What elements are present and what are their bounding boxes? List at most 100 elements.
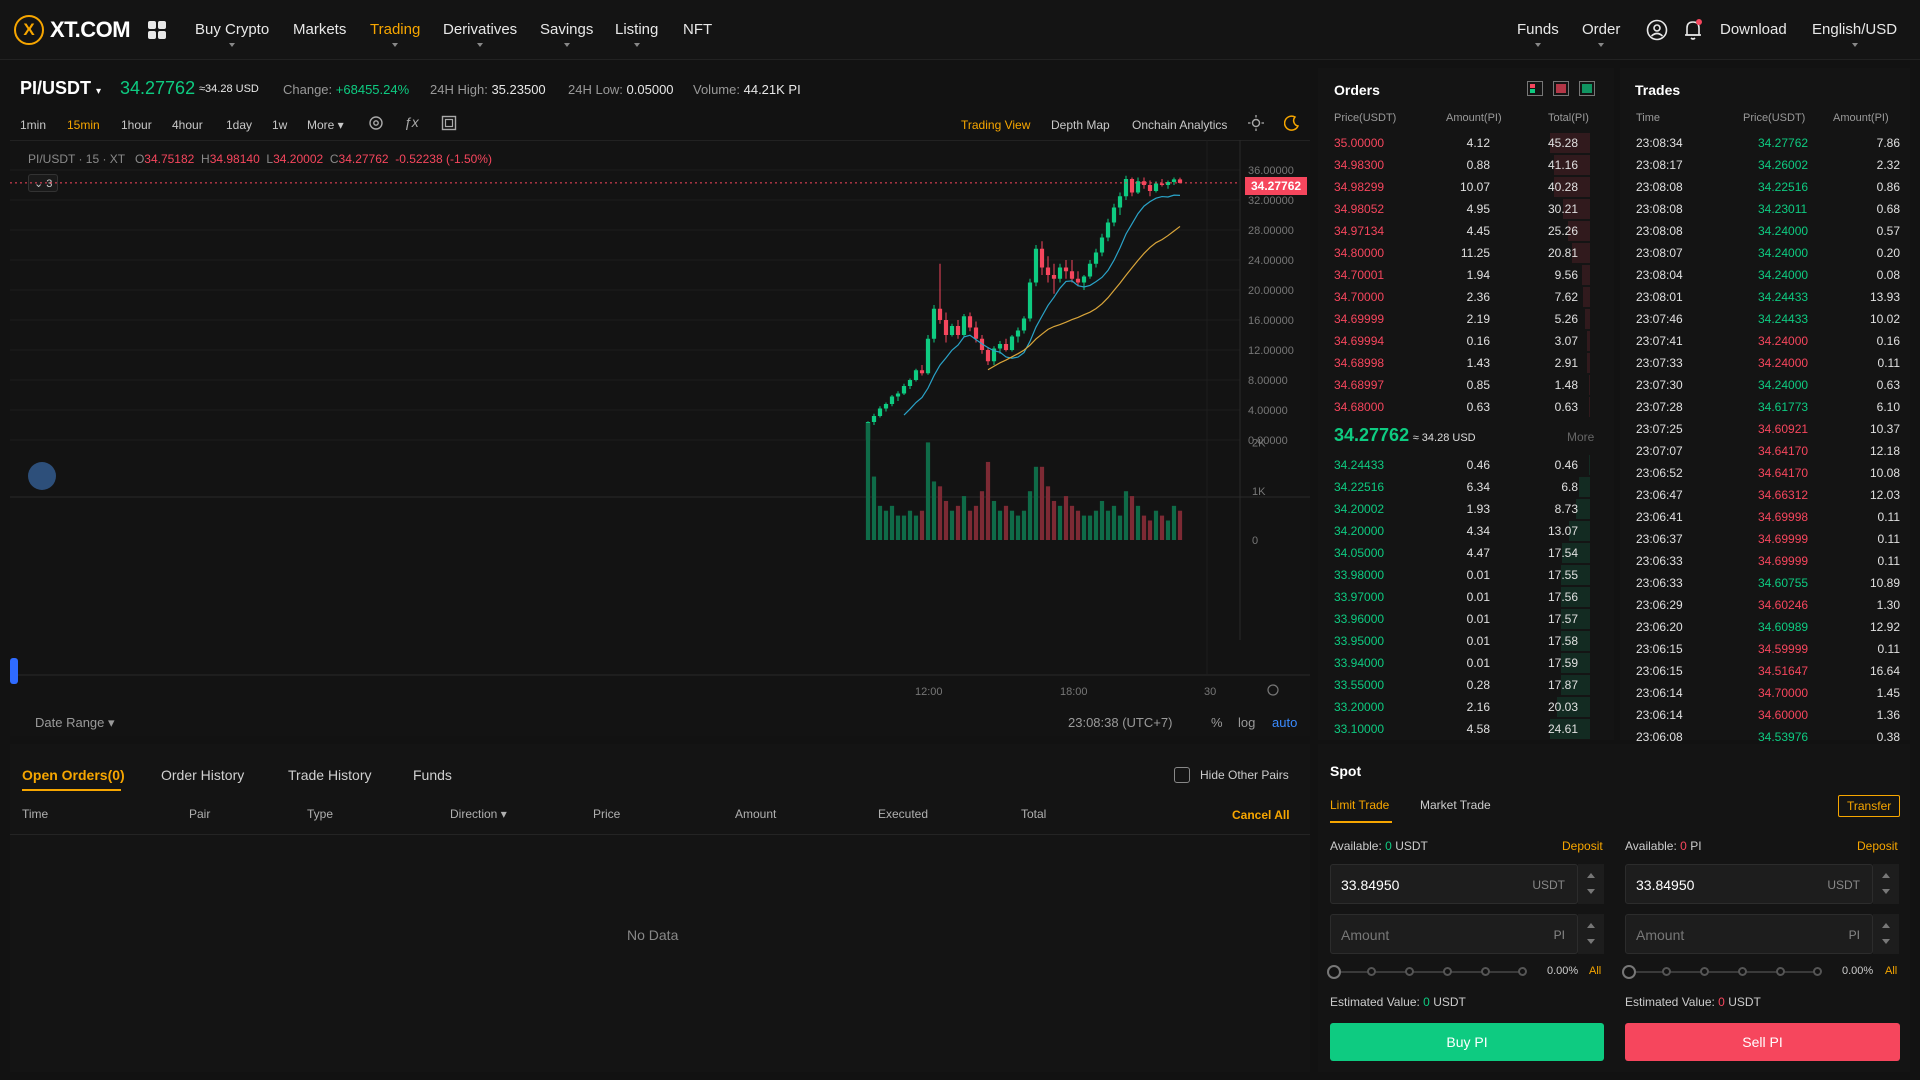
nav-savings[interactable]: Savings: [540, 21, 593, 47]
scale-auto-toggle[interactable]: auto: [1272, 715, 1297, 730]
sell-slider-mark[interactable]: [1738, 967, 1747, 976]
tf-1w[interactable]: 1w: [272, 118, 287, 132]
buy-slider-mark[interactable]: [1405, 967, 1414, 976]
hide-other-pairs-checkbox[interactable]: [1174, 767, 1190, 783]
orderbook-view-toggle-icons[interactable]: [1527, 81, 1607, 97]
nav-derivatives[interactable]: Derivatives: [443, 21, 517, 47]
ask-row[interactable]: 34.69999 2.19 5.26: [1330, 308, 1590, 330]
bid-row[interactable]: 33.10000 4.58 24.61: [1330, 718, 1590, 740]
sell-amount-input[interactable]: Amount PI: [1625, 914, 1873, 954]
buy-slider-mark[interactable]: [1481, 967, 1490, 976]
nav-listing[interactable]: Listing: [615, 21, 658, 47]
sell-price-stepper[interactable]: [1873, 864, 1899, 904]
ask-row[interactable]: 34.69994 0.16 3.07: [1330, 330, 1590, 352]
tab-funds[interactable]: Funds: [413, 767, 452, 783]
tf-1min[interactable]: 1min: [20, 118, 46, 132]
bid-row[interactable]: 33.98000 0.01 17.55: [1330, 564, 1590, 586]
nav-markets[interactable]: Markets: [293, 21, 346, 38]
buy-slider-mark[interactable]: [1518, 967, 1527, 976]
tab-order-history[interactable]: Order History: [161, 767, 244, 783]
bid-row[interactable]: 33.55000 0.28 17.87: [1330, 674, 1590, 696]
bid-row[interactable]: 33.97000 0.01 17.56: [1330, 586, 1590, 608]
nav-trading[interactable]: Trading: [370, 21, 420, 47]
chart-settings-icon[interactable]: [368, 115, 384, 131]
sell-deposit-link[interactable]: Deposit: [1857, 839, 1898, 853]
bid-row[interactable]: 34.20000 4.34 13.07: [1330, 520, 1590, 542]
buy-slider-knob[interactable]: [1327, 965, 1341, 979]
bid-row[interactable]: 33.94000 0.01 17.59: [1330, 652, 1590, 674]
view-depth-map[interactable]: Depth Map: [1051, 118, 1110, 132]
sell-slider-knob[interactable]: [1622, 965, 1636, 979]
buy-slider-mark[interactable]: [1367, 967, 1376, 976]
notification-bell-icon[interactable]: [1683, 18, 1703, 42]
date-range-selector[interactable]: Date Range ▾: [35, 715, 115, 731]
ask-row[interactable]: 35.00000 4.12 45.28: [1330, 132, 1590, 154]
tf-4hour[interactable]: 4hour: [172, 118, 203, 132]
scale-percent-toggle[interactable]: %: [1211, 715, 1223, 730]
ask-row[interactable]: 34.68998 1.43 2.91: [1330, 352, 1590, 374]
sell-slider-mark[interactable]: [1776, 967, 1785, 976]
bid-row[interactable]: 33.20000 2.16 20.03: [1330, 696, 1590, 718]
nav-order[interactable]: Order: [1582, 21, 1620, 47]
ask-row[interactable]: 34.98300 0.88 41.16: [1330, 154, 1590, 176]
tf-1hour[interactable]: 1hour: [121, 118, 152, 132]
sell-slider-mark[interactable]: [1813, 967, 1822, 976]
ask-row[interactable]: 34.68997 0.85 1.48: [1330, 374, 1590, 396]
nav-language[interactable]: English/USD: [1812, 21, 1897, 47]
bid-row[interactable]: 34.05000 4.47 17.54: [1330, 542, 1590, 564]
tab-trade-history[interactable]: Trade History: [288, 767, 372, 783]
scale-log-toggle[interactable]: log: [1238, 715, 1255, 730]
xt-logo[interactable]: X XT.COM: [14, 14, 131, 46]
buy-price-input[interactable]: 33.84950 USDT: [1330, 864, 1578, 904]
nav-funds[interactable]: Funds: [1517, 21, 1559, 47]
col-direction[interactable]: Direction ▾: [450, 807, 507, 821]
view-trading-view[interactable]: Trading View: [961, 118, 1030, 132]
buy-slider-mark[interactable]: [1443, 967, 1452, 976]
tab-limit-trade[interactable]: Limit Trade: [1330, 798, 1389, 812]
user-account-icon[interactable]: [1646, 19, 1668, 41]
tf-more[interactable]: More ▾: [307, 118, 344, 132]
tf-15min[interactable]: 15min: [67, 118, 100, 132]
dark-theme-icon[interactable]: [1284, 115, 1300, 131]
light-theme-icon[interactable]: [1248, 115, 1264, 131]
bid-row[interactable]: 34.22516 6.34 6.8: [1330, 476, 1590, 498]
buy-pi-button[interactable]: Buy PI: [1330, 1023, 1604, 1061]
buy-all-link[interactable]: All: [1589, 965, 1601, 977]
cancel-all-button[interactable]: Cancel All: [1232, 808, 1290, 822]
ask-row[interactable]: 34.98299 10.07 40.28: [1330, 176, 1590, 198]
buy-deposit-link[interactable]: Deposit: [1562, 839, 1603, 853]
tab-market-trade[interactable]: Market Trade: [1420, 798, 1491, 812]
nav-download[interactable]: Download: [1720, 21, 1787, 38]
sell-slider-mark[interactable]: [1662, 967, 1671, 976]
chart-scroll-handle[interactable]: [10, 658, 18, 684]
sell-slider-mark[interactable]: [1700, 967, 1709, 976]
view-onchain-analytics[interactable]: Onchain Analytics: [1132, 118, 1227, 132]
sell-pi-button[interactable]: Sell PI: [1625, 1023, 1900, 1061]
ask-row[interactable]: 34.70001 1.94 9.56: [1330, 264, 1590, 286]
orderbook-more-link[interactable]: More: [1567, 430, 1594, 444]
buy-amount-slider[interactable]: [1334, 971, 1524, 973]
sell-all-link[interactable]: All: [1885, 965, 1897, 977]
bid-row[interactable]: 34.24433 0.46 0.46: [1330, 454, 1590, 476]
tf-1day[interactable]: 1day: [226, 118, 252, 132]
buy-amount-stepper[interactable]: [1578, 914, 1604, 954]
ask-row[interactable]: 34.80000 11.25 20.81: [1330, 242, 1590, 264]
ask-row[interactable]: 34.97134 4.45 25.26: [1330, 220, 1590, 242]
buy-price-stepper[interactable]: [1578, 864, 1604, 904]
bid-row[interactable]: 33.96000 0.01 17.57: [1330, 608, 1590, 630]
ask-row[interactable]: 34.68000 0.63 0.63: [1330, 396, 1590, 418]
buy-amount-input[interactable]: Amount PI: [1330, 914, 1578, 954]
apps-grid-icon[interactable]: [148, 21, 166, 39]
pair-selector[interactable]: PI/USDT ▾: [20, 78, 101, 99]
nav-nft[interactable]: NFT: [683, 21, 712, 38]
transfer-button[interactable]: Transfer: [1838, 795, 1901, 817]
bid-row[interactable]: 34.20002 1.93 8.73: [1330, 498, 1590, 520]
fullscreen-icon[interactable]: [441, 115, 457, 131]
tab-open-orders[interactable]: Open Orders(0): [22, 767, 125, 783]
nav-buy-crypto[interactable]: Buy Crypto: [195, 21, 269, 47]
ask-row[interactable]: 34.98052 4.95 30.21: [1330, 198, 1590, 220]
sell-amount-slider[interactable]: [1629, 971, 1819, 973]
indicators-fx-icon[interactable]: ƒx: [404, 114, 419, 130]
sell-price-input[interactable]: 33.84950 USDT: [1625, 864, 1873, 904]
bid-row[interactable]: 33.95000 0.01 17.58: [1330, 630, 1590, 652]
